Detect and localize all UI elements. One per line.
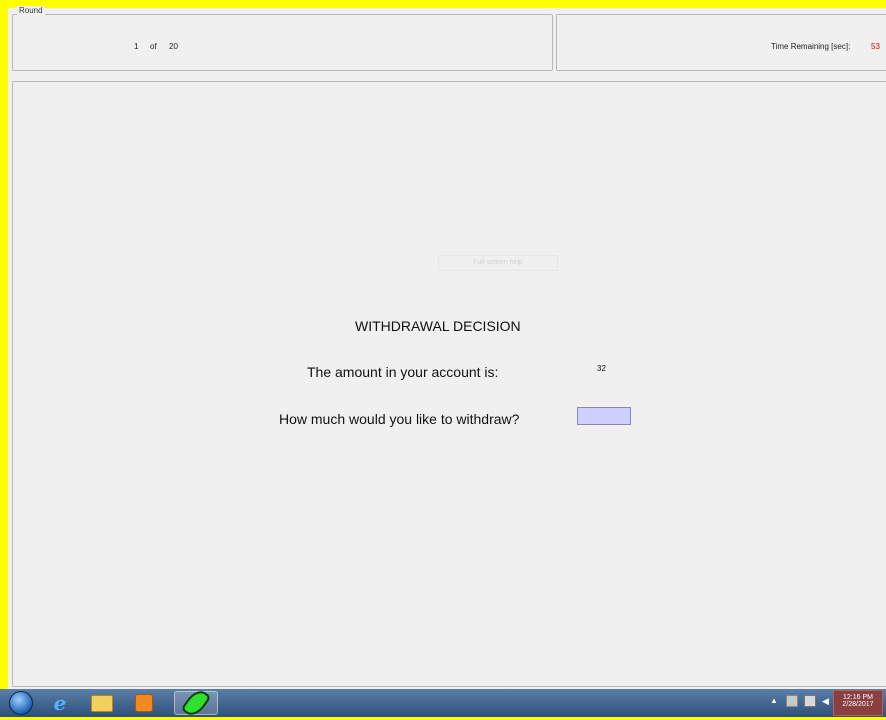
action-center-flag-icon[interactable] [786,695,798,707]
withdraw-question-label: How much would you like to withdraw? [279,411,520,427]
account-amount-label: The amount in your account is: [307,364,499,380]
volume-icon[interactable]: ◀ [822,696,832,706]
windows-start-icon [9,691,33,715]
round-of-label: of [150,42,157,51]
start-button[interactable] [4,691,38,715]
decision-panel: Full-screen help WITHDRAWAL DECISION The… [12,81,886,687]
fullscreen-help-button[interactable]: Full-screen help [438,255,558,271]
internet-explorer-icon[interactable]: e [44,691,76,715]
app-window: Round 1 of 20 Time Remaining [sec]: 53 F… [8,6,886,690]
media-player-icon[interactable] [128,691,160,715]
round-current: 1 [134,42,139,51]
withdrawal-decision-title: WITHDRAWAL DECISION [355,318,521,334]
file-explorer-icon[interactable] [86,691,118,715]
taskbar: e ▲ ◀ 12:16 PM 2/28/2017 [0,686,886,720]
leaf-app-icon [180,686,212,720]
clock-time: 12:16 PM [843,694,873,701]
round-legend: Round [17,6,45,15]
round-total: 20 [169,42,178,51]
show-hidden-icons[interactable]: ▲ [770,696,780,706]
withdraw-amount-input[interactable] [577,407,631,425]
taskbar-clock[interactable]: 12:16 PM 2/28/2017 [833,690,883,716]
network-icon[interactable] [804,695,816,707]
time-panel: Time Remaining [sec]: 53 [556,14,886,71]
time-remaining-value: 53 [871,42,880,51]
system-tray: ▲ ◀ [770,695,832,707]
round-panel: Round 1 of 20 [12,6,553,71]
leaf-app-taskbar-button[interactable] [174,686,218,720]
account-amount-value: 32 [597,364,606,373]
clock-date: 2/28/2017 [842,701,874,708]
time-remaining-label: Time Remaining [sec]: [771,42,851,51]
